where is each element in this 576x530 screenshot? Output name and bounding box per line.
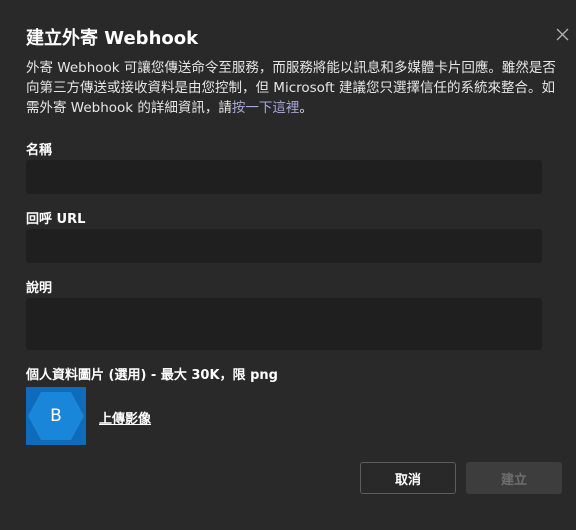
description-end: 。 [299, 100, 313, 116]
upload-image-button[interactable]: 上傳影像 [99, 408, 151, 427]
name-label: 名稱 [26, 143, 53, 158]
profile-image-label: 個人資料圖片 (選用) - 最大 30K，限 png [26, 368, 278, 383]
avatar-letter: B [50, 406, 62, 426]
name-input[interactable] [26, 160, 542, 194]
dialog-description: 外寄 Webhook 可讓您傳送命令至服務，而服務將能以訊息和多媒體卡片回應。雖… [26, 58, 566, 118]
close-button[interactable] [554, 26, 570, 42]
learn-more-link[interactable]: 按一下這裡 [232, 100, 300, 116]
description-label: 說明 [26, 281, 53, 296]
create-outgoing-webhook-dialog: 建立外寄 Webhook 外寄 Webhook 可讓您傳送命令至服務，而服務將能… [0, 0, 576, 530]
dialog-title: 建立外寄 Webhook [26, 28, 199, 49]
create-button[interactable]: 建立 [466, 462, 562, 494]
avatar: B [26, 387, 86, 445]
callback-url-label: 回呼 URL [26, 212, 86, 227]
callback-url-input[interactable] [26, 229, 542, 263]
cancel-button[interactable]: 取消 [360, 462, 456, 494]
close-icon [556, 28, 568, 40]
description-input[interactable] [26, 298, 542, 350]
